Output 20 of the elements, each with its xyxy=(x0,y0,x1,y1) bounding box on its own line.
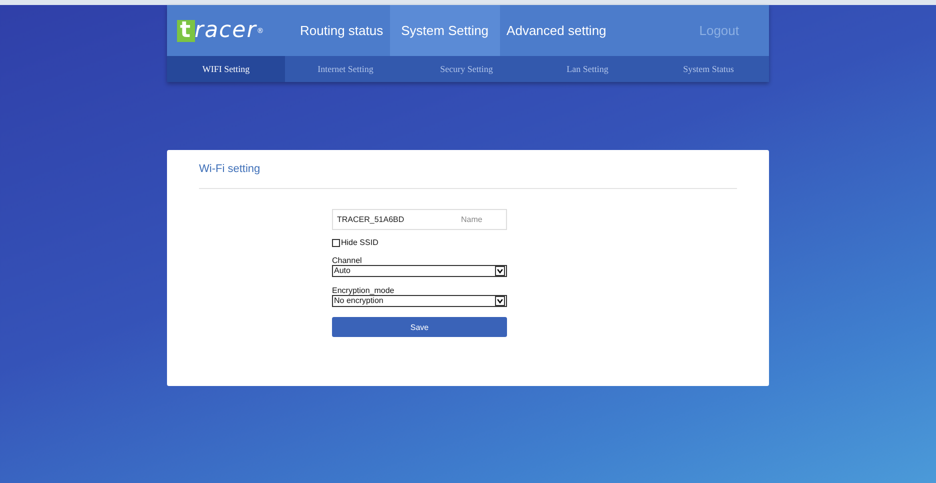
sub-tab[interactable]: Secury Setting xyxy=(406,56,527,82)
sub-tab[interactable]: WIFI Setting xyxy=(167,56,285,82)
caret-icon xyxy=(495,266,505,276)
checkbox[interactable] xyxy=(332,238,340,246)
field-label: Channel xyxy=(332,256,363,265)
field-label: Encryption_mode xyxy=(332,286,396,295)
logo: t racer$^{®}$ xyxy=(177,5,293,56)
caret-icon xyxy=(495,296,505,306)
checkbox-label: Hide SSID xyxy=(341,238,378,247)
sub-tab[interactable]: Internet Setting xyxy=(285,56,406,82)
ssid-field[interactable]: TRACER_51A6BD Name xyxy=(332,209,507,230)
nav-tab[interactable]: System Setting xyxy=(390,5,500,56)
card-title: Wi-Fi setting xyxy=(199,163,262,175)
encryption-dropdown[interactable]: No encryption xyxy=(332,295,507,307)
sub-tab[interactable]: System Status xyxy=(648,56,769,82)
channel-dropdown[interactable]: Auto xyxy=(332,265,507,277)
sub-tab[interactable]: Lan Setting xyxy=(527,56,648,82)
save-button[interactable]: Save xyxy=(332,317,507,337)
nav-tab[interactable]: Advanced setting xyxy=(500,5,614,56)
nav-tab[interactable]: Routing status xyxy=(293,5,390,56)
